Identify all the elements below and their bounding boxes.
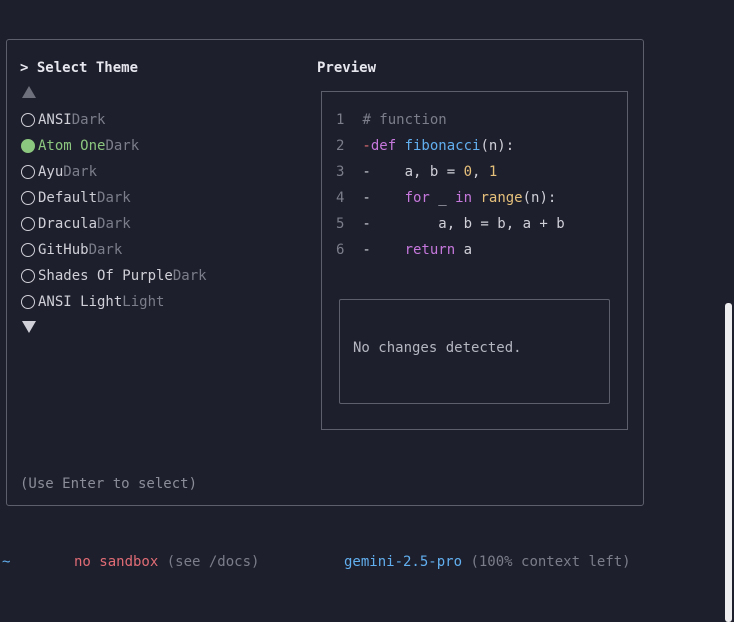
theme-name: Dracula — [38, 216, 98, 232]
theme-list: ANSI Dark Atom One Dark Ayu Dark Default Da… — [20, 107, 207, 315]
theme-name: ANSI Light — [38, 294, 123, 310]
scroll-down-icon[interactable] — [21, 319, 37, 335]
preview-title: Preview — [317, 60, 377, 76]
code-token: range — [480, 190, 523, 206]
radio-icon — [21, 165, 35, 179]
theme-name: Default — [38, 190, 98, 206]
code-token: 0 — [463, 164, 473, 180]
code-token: a — [455, 242, 473, 258]
line-number: 5 — [336, 216, 345, 232]
model-name: gemini-2.5-pro — [344, 554, 463, 570]
theme-dialog: > Select Theme Preview ANSI Dark Atom One… — [6, 39, 644, 506]
code-token: - — [354, 190, 371, 206]
cwd-indicator: ~ — [2, 554, 11, 570]
code-line: 3 - a, b = 0, 1 — [336, 159, 565, 185]
model-status: gemini-2.5-pro (100% context left) — [344, 549, 631, 575]
code-token: in — [455, 190, 473, 206]
theme-name: Ayu — [38, 164, 64, 180]
sandbox-label: no sandbox — [74, 554, 159, 570]
code-token: (n): — [480, 138, 515, 154]
line-number: 4 — [336, 190, 345, 206]
code-token: , — [472, 164, 489, 180]
code-token: - — [354, 216, 371, 232]
code-token: fibonacci — [404, 138, 481, 154]
radio-icon — [21, 243, 35, 257]
code-token: def — [370, 138, 405, 154]
code-token: for — [404, 190, 430, 206]
theme-option[interactable]: Ayu Dark — [20, 159, 207, 185]
theme-name: Atom One — [38, 138, 106, 154]
code-token: a, b = — [370, 164, 464, 180]
preview-panel: 1 # function 2 -def fibonacci(n): 3 - a, b… — [321, 91, 628, 430]
code-line: 2 -def fibonacci(n): — [336, 133, 565, 159]
diff-message: No changes detected. — [353, 340, 522, 356]
context-left: (100% context left) — [470, 554, 631, 570]
code-token: # function — [362, 112, 447, 128]
select-hint: (Use Enter to select) — [20, 476, 198, 492]
radio-icon — [21, 113, 35, 127]
code-token: (n): — [522, 190, 557, 206]
radio-icon — [21, 191, 35, 205]
theme-option[interactable]: ANSI Dark — [20, 107, 207, 133]
code-token: a, b = b, a + b — [370, 216, 565, 232]
code-token: - — [354, 242, 371, 258]
theme-variant: Dark — [172, 268, 207, 284]
code-token: _ — [429, 190, 456, 206]
sandbox-status: no sandbox (see /docs) — [74, 549, 259, 575]
code-token: - — [354, 164, 371, 180]
radio-selected-icon — [21, 139, 35, 153]
code-token: return — [404, 242, 456, 258]
line-number: 6 — [336, 242, 345, 258]
theme-option[interactable]: Atom One Dark — [20, 133, 207, 159]
line-number: 1 — [336, 112, 345, 128]
theme-variant: Dark — [63, 164, 98, 180]
dialog-title: > Select Theme — [20, 60, 139, 76]
line-number: 2 — [336, 138, 345, 154]
code-token: - — [354, 138, 371, 154]
theme-variant: Dark — [105, 138, 140, 154]
theme-name: ANSI — [38, 112, 72, 128]
sandbox-hint: (see /docs) — [166, 554, 260, 570]
code-line: 5 - a, b = b, a + b — [336, 211, 565, 237]
scrollbar[interactable] — [725, 303, 732, 622]
theme-option[interactable]: Shades Of Purple Dark — [20, 263, 207, 289]
theme-option[interactable]: ANSI Light Light — [20, 289, 207, 315]
theme-variant: Dark — [97, 216, 131, 232]
theme-name: Shades Of Purple — [38, 268, 173, 284]
code-line: 4 - for _ in range(n): — [336, 185, 565, 211]
theme-option[interactable]: Default Dark — [20, 185, 207, 211]
line-number: 3 — [336, 164, 345, 180]
radio-icon — [21, 217, 35, 231]
code-line: 6 - return a — [336, 237, 565, 263]
code-preview: 1 # function 2 -def fibonacci(n): 3 - a, b… — [336, 107, 565, 263]
diff-panel: No changes detected. — [339, 299, 610, 404]
theme-variant: Dark — [71, 112, 106, 128]
code-token: 1 — [488, 164, 498, 180]
code-line: 1 # function — [336, 107, 565, 133]
scroll-up-icon[interactable] — [21, 84, 37, 100]
theme-name: GitHub — [38, 242, 89, 258]
theme-option[interactable]: Dracula Dark — [20, 211, 207, 237]
theme-variant: Dark — [97, 190, 131, 206]
theme-option[interactable]: GitHub Dark — [20, 237, 207, 263]
radio-icon — [21, 269, 35, 283]
theme-variant: Light — [122, 294, 165, 310]
radio-icon — [21, 295, 35, 309]
theme-variant: Dark — [88, 242, 123, 258]
